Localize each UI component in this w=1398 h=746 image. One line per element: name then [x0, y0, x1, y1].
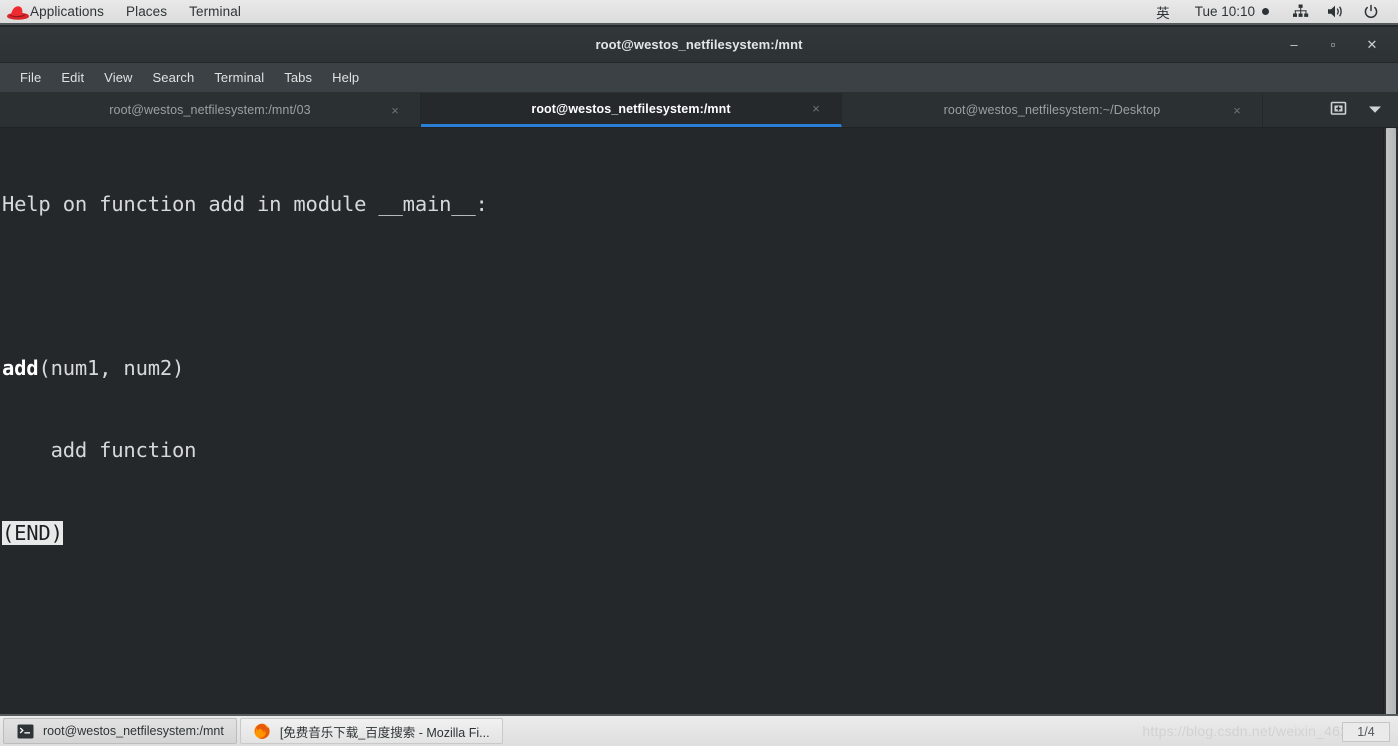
pager-end-marker: (END) — [2, 520, 63, 545]
menu-search[interactable]: Search — [143, 63, 205, 92]
maximize-button[interactable]: ▫ — [1325, 37, 1341, 53]
tab-close-icon[interactable]: × — [1230, 103, 1244, 118]
new-tab-icon[interactable] — [1329, 99, 1348, 122]
terminal-line-signature: add(num1, num2) — [2, 355, 488, 382]
menubar: File Edit View Search Terminal Tabs Help — [0, 63, 1398, 93]
menu-edit[interactable]: Edit — [51, 63, 94, 92]
tab-desktop[interactable]: root@westos_netfilesystem:~/Desktop × — [842, 93, 1263, 127]
menu-tabs[interactable]: Tabs — [274, 63, 322, 92]
panel-menu-terminal[interactable]: Terminal — [178, 0, 252, 23]
function-signature: (num1, num2) — [38, 356, 185, 381]
terminal-line-pager: (END) — [2, 520, 488, 547]
tab-bar: root@westos_netfilesystem:/mnt/03 × root… — [0, 93, 1398, 128]
clock-label: Tue 10:10 — [1194, 4, 1255, 19]
chevron-down-icon[interactable] — [1368, 101, 1382, 119]
tab-label: root@westos_netfilesystem:~/Desktop — [943, 103, 1161, 117]
taskbar-item-label: [免费音乐下载_百度搜索 - Mozilla Fi... — [279, 725, 490, 740]
red-hat-logo — [7, 6, 29, 20]
clock[interactable]: Tue 10:10 — [1181, 4, 1283, 19]
terminal-icon — [16, 722, 34, 740]
workspace-switcher[interactable]: 1/4 — [1342, 722, 1390, 742]
terminal-output: Help on function add in module __main__:… — [0, 136, 490, 602]
close-button[interactable]: ✕ — [1364, 37, 1380, 53]
top-panel-left: Applications Places Terminal — [0, 0, 252, 23]
menu-terminal[interactable]: Terminal — [204, 63, 274, 92]
window-controls: – ▫ ✕ — [1286, 37, 1398, 53]
power-icon[interactable] — [1354, 4, 1388, 20]
network-icon[interactable] — [1283, 4, 1318, 19]
minimize-button[interactable]: – — [1286, 37, 1302, 53]
terminal-window: root@westos_netfilesystem:/mnt – ▫ ✕ Fil… — [0, 27, 1398, 716]
terminal-scrollbar[interactable] — [1383, 128, 1398, 716]
tab-mnt-03[interactable]: root@westos_netfilesystem:/mnt/03 × — [0, 93, 421, 127]
firefox-icon — [253, 722, 271, 740]
taskbar-item-terminal[interactable]: root@westos_netfilesystem:/mnt — [3, 718, 237, 744]
window-title: root@westos_netfilesystem:/mnt — [595, 37, 803, 52]
desktop-screen: Applications Places Terminal 英 Tue 10:10… — [0, 0, 1398, 746]
terminal-body[interactable]: Help on function add in module __main__:… — [0, 128, 1398, 716]
taskbar: root@westos_netfilesystem:/mnt [免费音乐下载_百… — [0, 714, 1398, 746]
top-panel-right: 英 Tue 10:10 — [1145, 0, 1398, 23]
tab-label: root@westos_netfilesystem:/mnt — [531, 101, 731, 116]
volume-icon[interactable] — [1318, 4, 1354, 19]
function-name: add — [2, 356, 39, 381]
notification-dot-icon — [1262, 8, 1269, 15]
tab-mnt[interactable]: root@westos_netfilesystem:/mnt × — [421, 93, 842, 127]
taskbar-item-firefox[interactable]: [免费音乐下载_百度搜索 - Mozilla Fi... — [239, 718, 503, 744]
tab-close-icon[interactable]: × — [388, 103, 402, 118]
menu-file[interactable]: File — [10, 63, 51, 92]
taskbar-item-label: root@westos_netfilesystem:/mnt — [43, 724, 224, 738]
terminal-line-docstring: add function — [2, 438, 197, 463]
top-panel: Applications Places Terminal 英 Tue 10:10 — [0, 0, 1398, 25]
scrollbar-thumb[interactable] — [1386, 128, 1396, 716]
tab-label: root@westos_netfilesystem:/mnt/03 — [109, 103, 311, 117]
menu-view[interactable]: View — [94, 63, 142, 92]
menu-help[interactable]: Help — [322, 63, 369, 92]
tab-bar-actions — [1309, 93, 1398, 127]
window-titlebar[interactable]: root@westos_netfilesystem:/mnt – ▫ ✕ — [0, 27, 1398, 63]
tab-close-icon[interactable]: × — [809, 101, 823, 116]
panel-menu-places[interactable]: Places — [115, 0, 178, 23]
terminal-line-1: Help on function add in module __main__: — [2, 191, 488, 216]
input-method-indicator[interactable]: 英 — [1145, 0, 1181, 23]
